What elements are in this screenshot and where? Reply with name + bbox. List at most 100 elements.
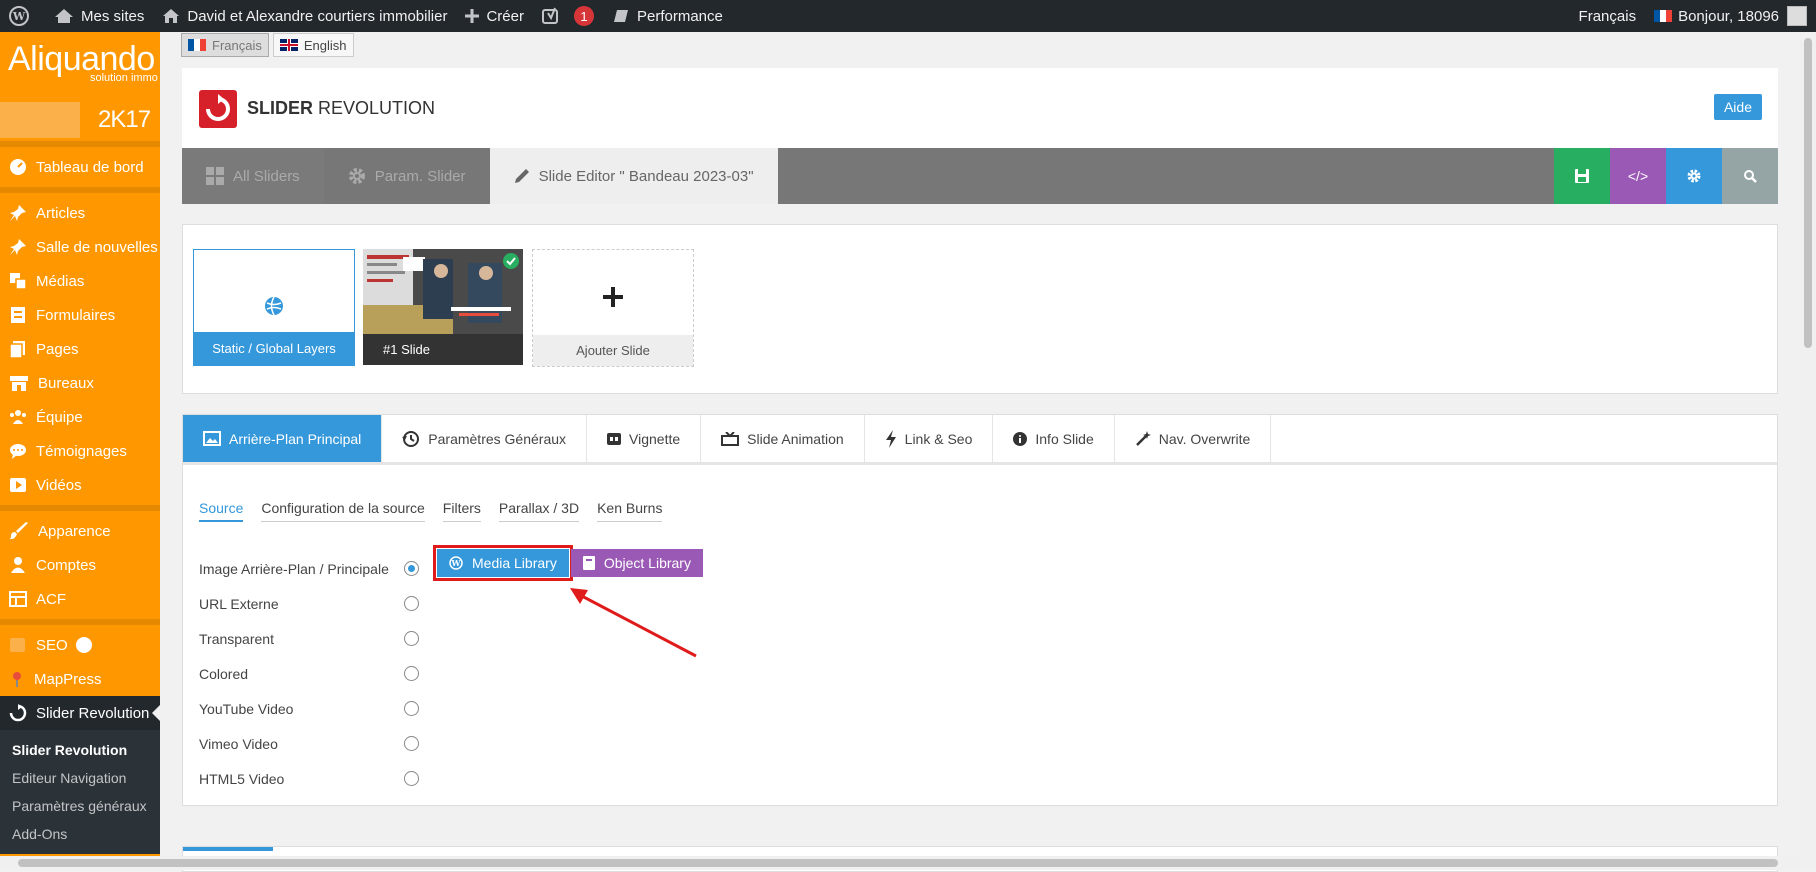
- performance-menu[interactable]: Performance: [603, 0, 732, 32]
- submenu-item-navigation-editor[interactable]: Editeur Navigation: [0, 764, 160, 792]
- menu-item-mappress[interactable]: MapPress: [0, 662, 160, 696]
- submenu-item-general-settings[interactable]: Paramètres généraux: [0, 792, 160, 820]
- horizontal-scrollbar[interactable]: [0, 856, 1800, 870]
- map-pin-icon: [13, 672, 21, 687]
- menu-label: Équipe: [36, 408, 83, 426]
- source-label: Transparent: [199, 630, 274, 647]
- sites-icon: [55, 9, 73, 23]
- source-radio[interactable]: [404, 736, 419, 751]
- source-radio[interactable]: [404, 631, 419, 646]
- refresh-icon: [206, 94, 230, 121]
- plus-icon: [465, 9, 480, 23]
- save-icon: [1575, 169, 1589, 183]
- source-option-html5[interactable]: HTML5 Video: [199, 761, 419, 796]
- menu-item-offices[interactable]: Bureaux: [0, 366, 160, 400]
- menu-item-newsroom[interactable]: Salle de nouvelles: [0, 230, 160, 264]
- source-option-youtube[interactable]: YouTube Video: [199, 691, 419, 726]
- table-icon: [9, 591, 27, 607]
- preview-search-button[interactable]: [1722, 148, 1778, 204]
- tab-slide-editor[interactable]: Slide Editor " Bandeau 2023-03": [489, 148, 778, 204]
- account-menu[interactable]: Bonjour, 18096: [1645, 0, 1816, 32]
- source-option-transparent[interactable]: Transparent: [199, 621, 419, 656]
- tab-link-seo[interactable]: Link & Seo: [865, 415, 994, 462]
- tab-thumbnail[interactable]: Vignette: [587, 415, 702, 462]
- menu-item-accounts[interactable]: Comptes: [0, 548, 160, 582]
- source-radio[interactable]: [404, 561, 419, 576]
- slider-revolution-logo: [199, 90, 237, 128]
- slider-nav-bar: All Sliders Param. Slider Slide Editor "…: [182, 148, 1778, 204]
- my-sites-menu[interactable]: Mes sites: [45, 0, 153, 32]
- source-option-image[interactable]: Image Arrière-Plan / Principale: [199, 551, 419, 586]
- media-library-button[interactable]: W Media Library: [433, 545, 573, 581]
- subtab-parallax[interactable]: Parallax / 3D: [498, 500, 580, 522]
- tab-general-params[interactable]: Paramètres Généraux: [382, 415, 588, 462]
- menu-item-videos[interactable]: Vidéos: [0, 468, 160, 502]
- menu-item-seo[interactable]: SEO: [0, 628, 160, 662]
- static-layers-slide[interactable]: Static / Global Layers: [193, 249, 355, 366]
- embed-code-button[interactable]: </>: [1610, 148, 1666, 204]
- code-icon: </>: [1627, 168, 1649, 184]
- vertical-scrollbar[interactable]: [1800, 32, 1816, 870]
- menu-item-appearance[interactable]: Apparence: [0, 514, 160, 548]
- slide-thumbnail-1[interactable]: #1 Slide: [363, 249, 523, 365]
- subtab-source-config[interactable]: Configuration de la source: [261, 500, 425, 522]
- lang-button-fr[interactable]: Français: [181, 33, 269, 57]
- tab-label: Arrière-Plan Principal: [229, 430, 362, 447]
- menu-item-pages[interactable]: Pages: [0, 332, 160, 366]
- menu-item-dashboard[interactable]: Tableau de bord: [0, 150, 160, 184]
- save-button[interactable]: [1554, 148, 1610, 204]
- tab-label: Slide Editor " Bandeau 2023-03": [538, 167, 754, 185]
- tab-main-background[interactable]: Arrière-Plan Principal: [183, 415, 383, 462]
- annotation-arrow: [570, 588, 697, 658]
- source-radio[interactable]: [404, 771, 419, 786]
- object-library-button[interactable]: Object Library: [570, 549, 703, 577]
- submenu-item-add-ons[interactable]: Add-Ons: [0, 820, 160, 848]
- menu-item-acf[interactable]: ACF: [0, 582, 160, 616]
- header-title-bold: SLIDER: [247, 98, 314, 118]
- menu-item-slider-revolution[interactable]: Slider Revolution: [0, 696, 160, 730]
- source-radio[interactable]: [404, 701, 419, 716]
- site-name-menu[interactable]: David et Alexandre courtiers immobilier: [153, 0, 456, 32]
- source-option-external-url[interactable]: URL Externe: [199, 586, 419, 621]
- site-name-label: David et Alexandre courtiers immobilier: [187, 7, 448, 25]
- menu-item-forms[interactable]: Formulaires: [0, 298, 160, 332]
- menu-item-team[interactable]: Équipe: [0, 400, 160, 434]
- source-radio[interactable]: [404, 666, 419, 681]
- menu-item-articles[interactable]: Articles: [0, 196, 160, 230]
- subtab-source[interactable]: Source: [199, 500, 244, 522]
- submenu-item-slider-revolution[interactable]: Slider Revolution: [0, 736, 160, 764]
- pin-icon: [10, 239, 26, 255]
- create-menu[interactable]: Créer: [456, 0, 533, 32]
- scrollbar-thumb[interactable]: [18, 859, 1778, 867]
- performance-icon: [613, 10, 628, 22]
- tab-all-sliders[interactable]: All Sliders: [182, 148, 324, 204]
- source-option-colored[interactable]: Colored: [199, 656, 419, 691]
- scrollbar-thumb[interactable]: [1804, 38, 1812, 348]
- yoast-menu[interactable]: 1: [533, 0, 603, 32]
- settings-button[interactable]: [1666, 148, 1722, 204]
- wordpress-logo-button[interactable]: W: [0, 0, 45, 32]
- source-option-vimeo[interactable]: Vimeo Video: [199, 726, 419, 761]
- add-slide-button[interactable]: Ajouter Slide: [532, 249, 694, 367]
- lang-button-en[interactable]: English: [272, 33, 354, 57]
- tab-slide-animation[interactable]: Slide Animation: [701, 415, 865, 462]
- tab-info-slide[interactable]: Info Slide: [993, 415, 1115, 462]
- menu-item-testimonials[interactable]: Témoignages: [0, 434, 160, 468]
- help-button[interactable]: Aide: [1713, 94, 1762, 120]
- menu-item-media[interactable]: Médias: [0, 264, 160, 298]
- language-menu[interactable]: Français: [1570, 0, 1646, 32]
- media-icon: [10, 273, 27, 290]
- source-label: URL Externe: [199, 595, 279, 612]
- slide-label: Static / Global Layers: [194, 332, 354, 365]
- source-label: Colored: [199, 665, 249, 682]
- source-radio[interactable]: [404, 596, 419, 611]
- create-label: Créer: [486, 7, 524, 25]
- subtab-ken-burns[interactable]: Ken Burns: [597, 500, 663, 522]
- library-buttons: W Media Library Object Library: [433, 545, 703, 581]
- button-label: Media Library: [472, 555, 557, 571]
- tab-nav-overwrite[interactable]: Nav. Overwrite: [1115, 415, 1272, 462]
- notification-badge: 1: [573, 6, 594, 26]
- gear-icon: [348, 168, 365, 184]
- tab-slider-settings[interactable]: Param. Slider: [323, 148, 490, 204]
- subtab-filters[interactable]: Filters: [442, 500, 481, 522]
